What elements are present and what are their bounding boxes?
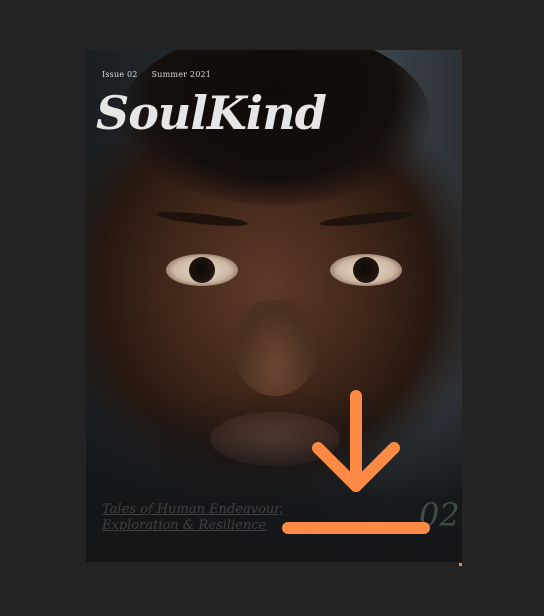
cover-photo-nose: [232, 300, 318, 396]
cover-photo-brow-right: [319, 209, 413, 229]
download-icon: [282, 390, 430, 534]
tagline-line-2: Exploration & Resilience: [102, 518, 267, 533]
cover-photo-eye-left: [166, 254, 238, 286]
issue-date-line: Issue 02 Summer 2021: [102, 70, 225, 79]
tagline-line-1: Tales of Human Endeavour,: [102, 502, 284, 517]
cover-photo-brow-left: [155, 209, 249, 229]
download-button[interactable]: [280, 388, 432, 538]
cover-tagline: Tales of Human Endeavour, Exploration & …: [102, 502, 283, 534]
cover-photo-eye-right: [330, 254, 402, 286]
accent-dot: [459, 563, 462, 566]
magazine-title: SoulKind: [96, 86, 327, 140]
issue-label: Issue 02: [102, 70, 138, 79]
season-label: Summer 2021: [151, 70, 212, 79]
